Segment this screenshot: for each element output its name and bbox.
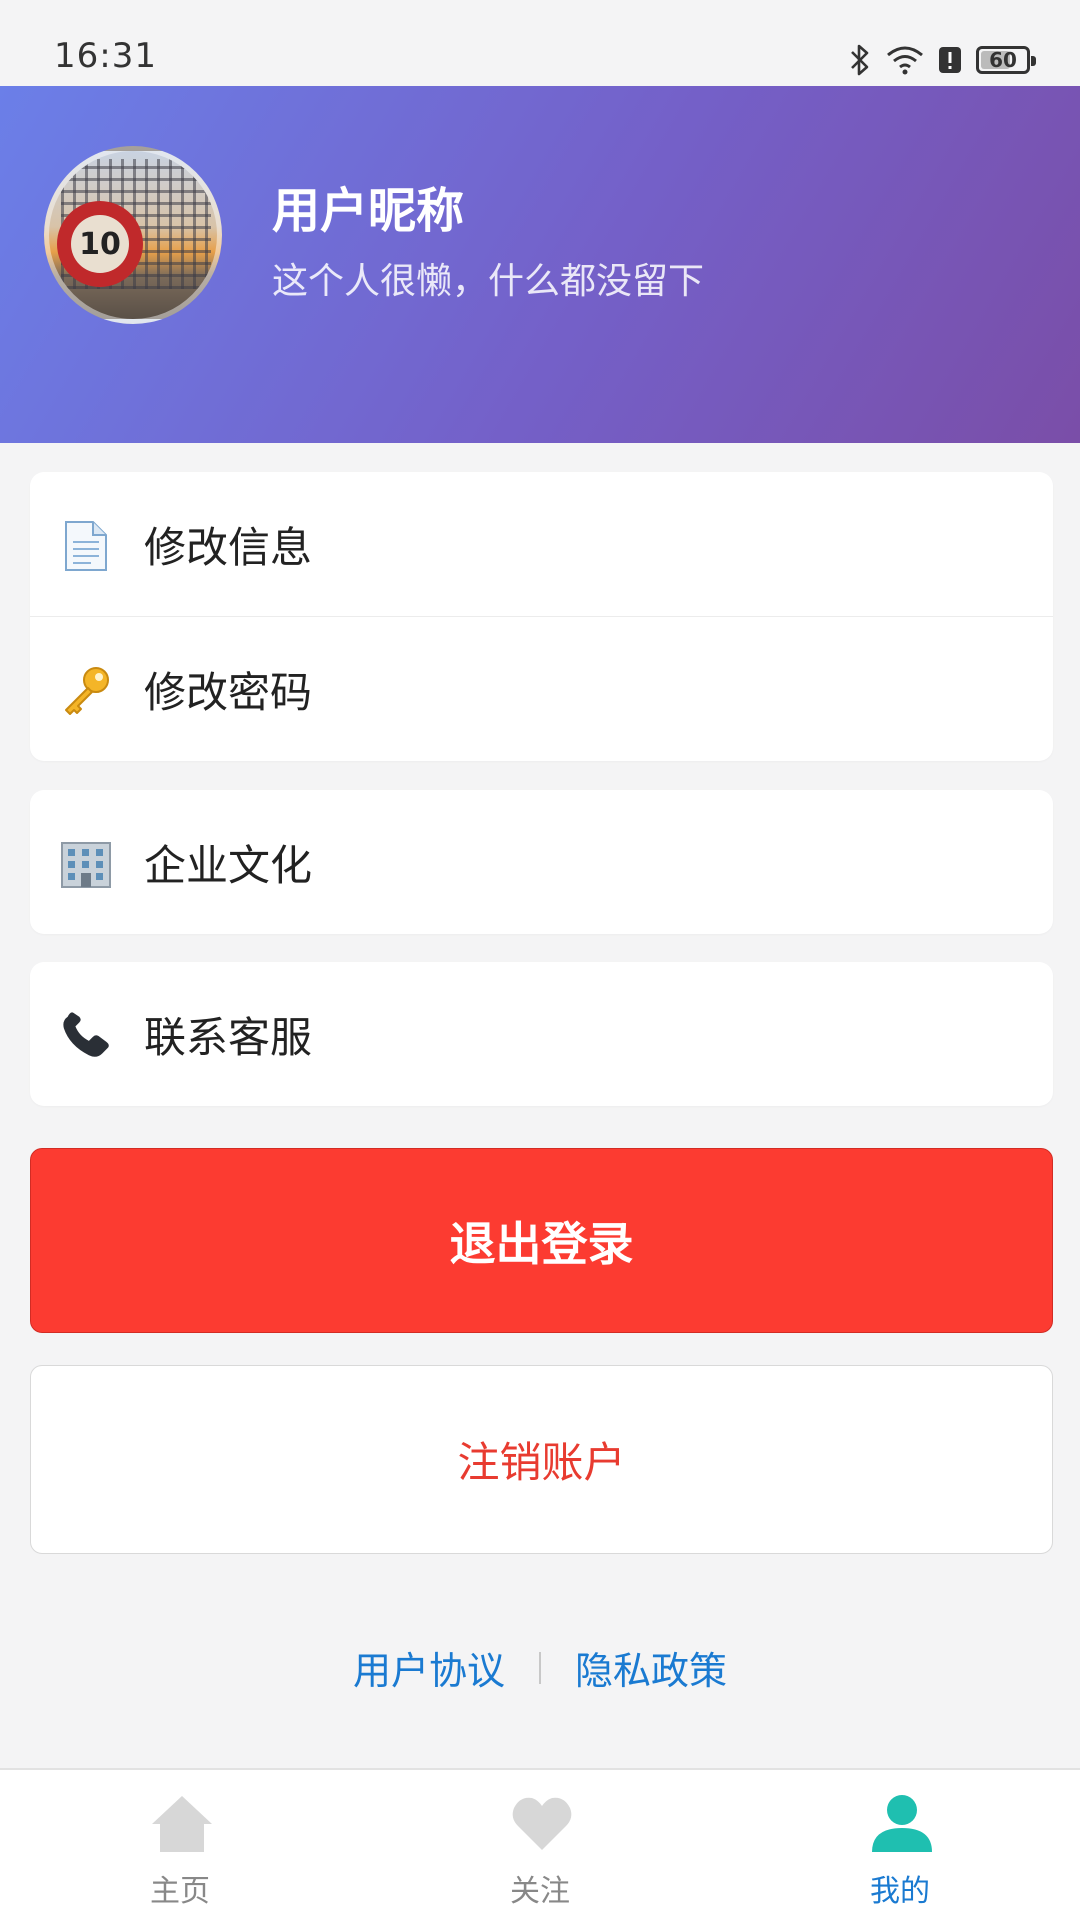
menu-card-account: 修改信息 修改密码	[30, 472, 1053, 761]
menu-item-label: 企业文化	[144, 840, 313, 890]
tab-label: 主页	[150, 1874, 210, 1909]
menu-item-label: 修改密码	[144, 667, 313, 717]
alert-icon	[939, 47, 961, 73]
logout-button[interactable]: 退出登录	[30, 1148, 1053, 1333]
tab-label: 我的	[870, 1874, 930, 1909]
building-icon	[60, 838, 112, 890]
wifi-icon	[887, 46, 923, 75]
status-time: 16:31	[54, 36, 157, 76]
person-icon	[872, 1795, 932, 1852]
bio: 这个人很懒，什么都没留下	[272, 261, 705, 302]
menu-item-change-password[interactable]: 修改密码	[30, 616, 1053, 761]
home-icon	[152, 1796, 212, 1852]
avatar[interactable]: 10	[44, 146, 222, 324]
menu-item-edit-info[interactable]: 修改信息	[30, 472, 1053, 616]
avatar-speed-sign: 10	[57, 201, 143, 287]
battery-indicator: 60	[976, 46, 1036, 74]
tab-follow[interactable]: 关注	[360, 1770, 720, 1920]
battery-level: 60	[989, 48, 1017, 72]
bluetooth-icon	[851, 44, 869, 76]
bottom-tab-bar: 主页 关注 我的	[0, 1768, 1080, 1920]
menu-item-label: 联系客服	[144, 1012, 313, 1062]
menu-item-label: 修改信息	[144, 522, 313, 572]
menu-item-corporate-culture[interactable]: 企业文化	[30, 790, 1053, 934]
menu-card-culture: 企业文化	[30, 790, 1053, 934]
key-icon	[60, 665, 112, 717]
user-agreement-link[interactable]: 用户协议	[353, 1640, 505, 1695]
profile-header: 10 用户昵称 这个人很懒，什么都没留下	[0, 86, 1080, 443]
menu-card-service: 联系客服	[30, 962, 1053, 1106]
document-icon	[60, 520, 112, 572]
cancel-account-button[interactable]: 注销账户	[30, 1365, 1053, 1554]
privacy-policy-link[interactable]: 隐私政策	[575, 1640, 727, 1695]
tab-label: 关注	[510, 1874, 570, 1909]
tab-mine[interactable]: 我的	[720, 1770, 1080, 1920]
phone-icon	[60, 1010, 112, 1062]
nickname: 用户昵称	[272, 183, 465, 239]
divider	[539, 1651, 541, 1684]
menu-item-contact-service[interactable]: 联系客服	[30, 962, 1053, 1106]
status-icons: 60	[848, 40, 1036, 80]
heart-icon	[512, 1797, 572, 1850]
status-bar: 16:31 60	[0, 0, 1080, 86]
tab-home[interactable]: 主页	[0, 1770, 360, 1920]
legal-links: 用户协议 隐私政策	[0, 1640, 1080, 1695]
